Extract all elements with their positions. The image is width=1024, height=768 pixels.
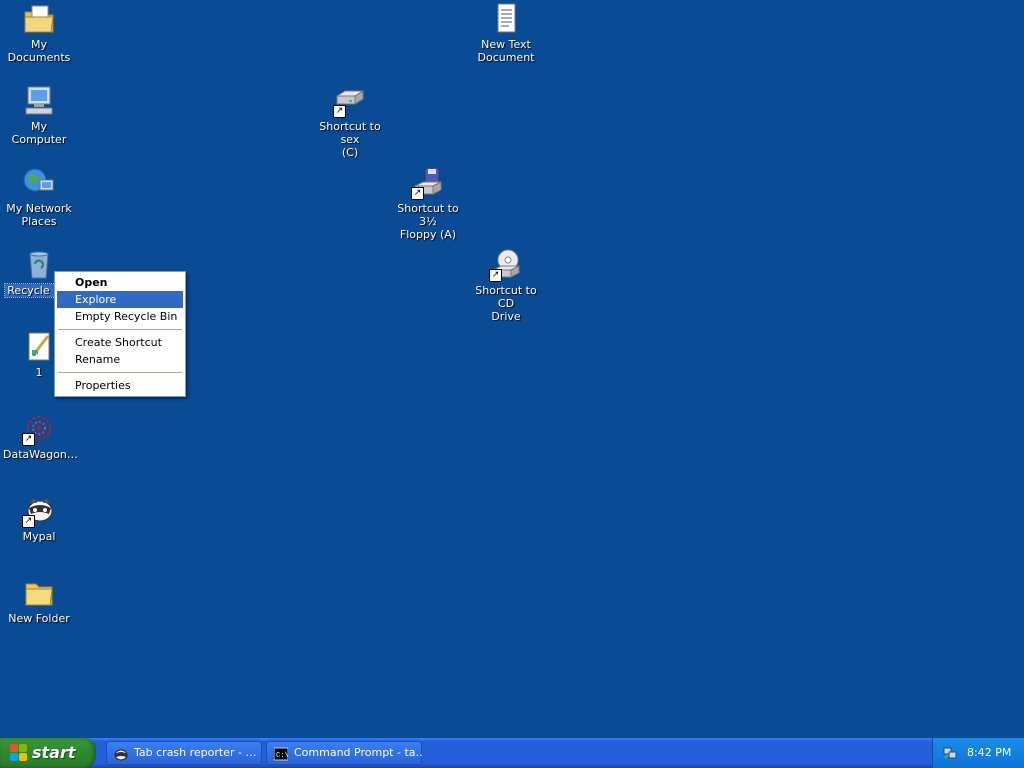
icon-label: My Computer (11, 120, 67, 146)
menu-item-explore[interactable]: Explore (57, 291, 183, 308)
menu-item-open[interactable]: Open (57, 274, 183, 291)
text-document-icon (489, 2, 523, 36)
icon-label: Mypal (22, 530, 56, 543)
recycle-bin-icon (22, 248, 56, 282)
desktop[interactable]: My Documents My Computer My Network Plac… (0, 0, 1024, 738)
desktop-icon-shortcut-cd[interactable]: ↗ Shortcut to CD Drive (468, 248, 544, 323)
clock[interactable]: 8:42 PM (967, 738, 1011, 768)
task-label: Command Prompt - ta… (294, 746, 422, 759)
icon-label: Shortcut to sex (C) (319, 120, 381, 159)
desktop-icon-my-documents[interactable]: My Documents (1, 2, 77, 64)
icon-label: Shortcut to CD Drive (475, 284, 537, 323)
icon-label: 1 (35, 366, 43, 379)
icon-label: New Text Document (477, 38, 535, 64)
desktop-icon-my-network-places[interactable]: My Network Places (1, 166, 77, 228)
desktop-icon-my-computer[interactable]: My Computer (1, 84, 77, 146)
cd-drive-icon: ↗ (489, 248, 523, 282)
menu-item-empty-recycle-bin[interactable]: Empty Recycle Bin (57, 308, 183, 325)
floppy-drive-icon: ↗ (411, 166, 445, 200)
icon-label: New Folder (8, 612, 70, 625)
taskbar-button-tab-crash-reporter[interactable]: Tab crash reporter - … (106, 741, 262, 765)
menu-separator (58, 329, 182, 330)
desktop-icon-datawagon[interactable]: ↗ DataWagon… (1, 412, 78, 461)
shortcut-arrow-icon: ↗ (333, 105, 346, 118)
start-label: start (32, 743, 76, 762)
icon-label: DataWagon… (3, 448, 78, 461)
desktop-icon-shortcut-floppy[interactable]: ↗ Shortcut to 3½ Floppy (A) (390, 166, 466, 241)
icon-label: Shortcut to 3½ Floppy (A) (397, 202, 459, 241)
start-button[interactable]: start (0, 738, 96, 768)
desktop-icon-new-folder[interactable]: New Folder (1, 576, 77, 625)
my-computer-icon (22, 84, 56, 118)
context-menu: Open Explore Empty Recycle Bin Create Sh… (54, 271, 186, 397)
taskbar: start Tab crash reporter - … C:\ Command… (0, 738, 1024, 768)
desktop-icon-new-text-document[interactable]: New Text Document (468, 2, 544, 64)
menu-item-create-shortcut[interactable]: Create Shortcut (57, 334, 183, 351)
menu-separator (58, 372, 182, 373)
shortcut-arrow-icon: ↗ (22, 433, 35, 446)
desktop-icon-mypal[interactable]: ↗ Mypal (1, 494, 77, 543)
task-label: Tab crash reporter - … (134, 746, 257, 759)
datawagon-icon: ↗ (22, 412, 56, 446)
command-prompt-icon: C:\ (273, 746, 289, 761)
shortcut-arrow-icon: ↗ (22, 515, 35, 528)
svg-text:C:\: C:\ (276, 752, 288, 760)
mypal-raccoon-icon: ↗ (22, 494, 56, 528)
icon-label: My Documents (7, 38, 71, 64)
raccoon-icon (114, 746, 128, 761)
network-tray-icon[interactable] (943, 746, 957, 760)
shortcut-arrow-icon: ↗ (411, 187, 424, 200)
hard-drive-icon: ↗ (333, 84, 367, 118)
desktop-icon-shortcut-c[interactable]: ↗ Shortcut to sex (C) (312, 84, 388, 159)
taskbar-button-command-prompt[interactable]: C:\ Command Prompt - ta… (266, 741, 422, 765)
shortcut-arrow-icon: ↗ (489, 269, 502, 282)
my-documents-icon (22, 2, 56, 36)
folder-icon (22, 576, 56, 610)
icon-label: My Network Places (6, 202, 72, 228)
system-tray: 8:42 PM (932, 738, 1024, 768)
menu-item-rename[interactable]: Rename (57, 351, 183, 368)
network-places-icon (22, 166, 56, 200)
menu-item-properties[interactable]: Properties (57, 377, 183, 394)
windows-logo-icon (10, 744, 28, 762)
paint-image-icon (22, 330, 56, 364)
